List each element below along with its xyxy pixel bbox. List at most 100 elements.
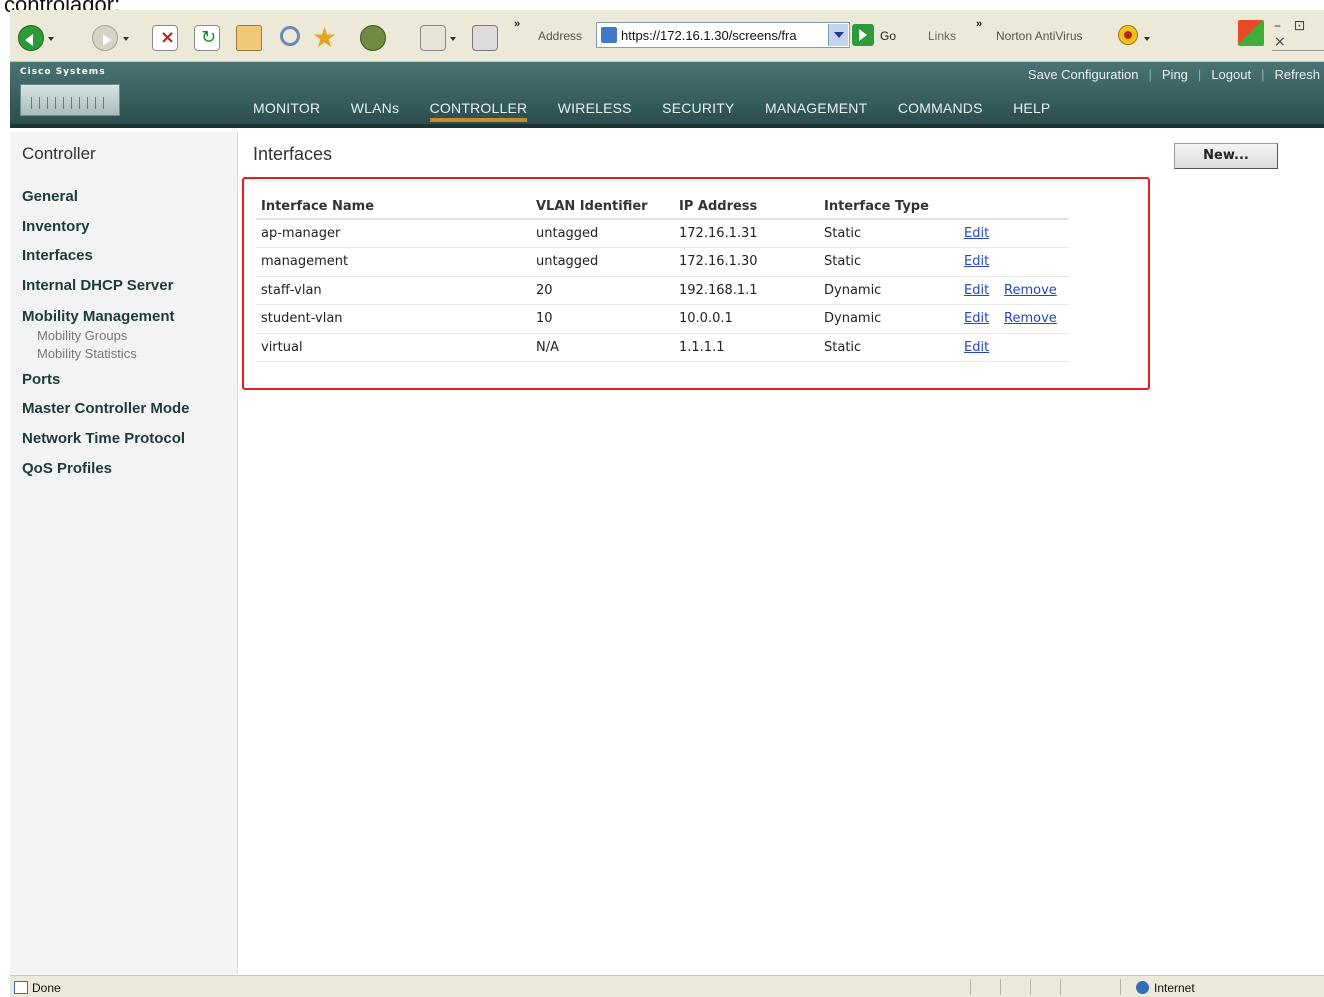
column-header-edit xyxy=(959,194,999,220)
history-icon[interactable] xyxy=(360,25,386,51)
link-separator: | xyxy=(1261,67,1265,82)
status-divider xyxy=(1030,979,1031,995)
sidebar-item-interfaces[interactable]: Interfaces xyxy=(22,247,190,277)
sidebar-item-qos-profiles[interactable]: QoS Profiles xyxy=(22,460,190,490)
edit-link[interactable]: Edit xyxy=(964,226,989,241)
print-icon[interactable] xyxy=(472,25,498,51)
tab-help[interactable]: HELP xyxy=(1013,100,1050,116)
links-label[interactable]: Links xyxy=(928,29,956,43)
sidebar-group-mobility: Mobility Management Mobility Groups Mobi… xyxy=(22,307,190,363)
home-icon[interactable] xyxy=(236,25,262,51)
status-divider xyxy=(970,979,971,995)
edit-link[interactable]: Edit xyxy=(964,311,989,326)
mail-dropdown-icon[interactable] xyxy=(450,37,456,44)
toolbar-divider xyxy=(1272,50,1324,51)
tab-wlans[interactable]: WLANs xyxy=(351,100,399,116)
tab-management[interactable]: MANAGEMENT xyxy=(765,100,867,116)
norton-dropdown-icon[interactable] xyxy=(1144,37,1150,44)
tab-monitor[interactable]: MONITOR xyxy=(253,100,320,116)
tab-wireless[interactable]: WIRELESS xyxy=(558,100,632,116)
sidebar-item-inventory[interactable]: Inventory xyxy=(22,218,190,248)
interface-name-cell: student-vlan xyxy=(256,304,531,334)
logout-link[interactable]: Logout xyxy=(1211,67,1251,82)
brand-name: Cisco Systems xyxy=(20,67,106,77)
sidebar-item-mobility-management[interactable]: Mobility Management xyxy=(22,307,190,327)
interface-type-cell: Static xyxy=(819,333,959,362)
interface-name-cell: management xyxy=(256,247,531,277)
vlan-cell: untagged xyxy=(531,247,674,277)
refresh-link[interactable]: Refresh xyxy=(1274,67,1320,82)
edit-link[interactable]: Edit xyxy=(964,340,989,355)
interface-type-cell: Dynamic xyxy=(819,304,959,334)
sidebar-item-network-time-protocol[interactable]: Network Time Protocol xyxy=(22,430,190,460)
window-buttons[interactable]: – ⊡ × xyxy=(1274,18,1324,50)
app-header: Cisco Systems Save Configuration | Ping | Lo… xyxy=(10,62,1324,128)
back-icon[interactable] xyxy=(18,25,44,51)
back-dropdown-icon[interactable] xyxy=(48,37,54,44)
interface-type-cell: Static xyxy=(819,247,959,277)
search-icon[interactable] xyxy=(280,26,300,46)
tab-security[interactable]: SECURITY xyxy=(662,100,734,116)
top-links: Save Configuration | Ping | Logout | Refresh xyxy=(1028,67,1320,82)
column-header-interface-type: Interface Type xyxy=(819,194,959,220)
page-icon xyxy=(601,27,617,43)
internet-zone-icon xyxy=(1136,981,1149,994)
page-title: Interfaces xyxy=(253,144,333,164)
remove-link[interactable]: Remove xyxy=(1004,283,1057,298)
sidebar-title: Controller xyxy=(22,144,96,163)
browser-toolbar: ★ » Address https://172.16.1.30/screens/… xyxy=(10,10,1324,62)
toolbar-chevron-icon[interactable]: » xyxy=(514,18,520,30)
sidebar-menu: General Inventory Interfaces Internal DH… xyxy=(22,188,190,490)
status-text: Done xyxy=(32,981,61,995)
page-status-icon xyxy=(14,981,28,994)
table-row: student-vlan 10 10.0.0.1 Dynamic Edit Re… xyxy=(256,304,1069,334)
interfaces-table: Interface Name VLAN Identifier IP Addres… xyxy=(256,194,1069,362)
ip-address-cell: 192.168.1.1 xyxy=(674,276,819,305)
vlan-cell: untagged xyxy=(531,219,674,248)
go-icon[interactable] xyxy=(852,24,874,46)
sidebar-item-master-controller-mode[interactable]: Master Controller Mode xyxy=(22,400,190,430)
norton-label: Norton AntiVirus xyxy=(996,29,1083,43)
address-url[interactable]: https://172.16.1.30/screens/fra xyxy=(621,28,821,43)
column-header-ip-address: IP Address xyxy=(674,194,819,220)
refresh-icon[interactable] xyxy=(194,25,220,51)
edit-link[interactable]: Edit xyxy=(964,283,989,298)
vlan-cell: 20 xyxy=(531,276,674,305)
interface-name-cell: staff-vlan xyxy=(256,276,531,305)
stop-icon[interactable] xyxy=(152,25,178,51)
vlan-cell: N/A xyxy=(531,333,674,362)
windows-logo-icon xyxy=(1238,20,1264,46)
interface-type-cell: Static xyxy=(819,219,959,248)
table-row: ap-manager untagged 172.16.1.31 Static E… xyxy=(256,219,1069,248)
interface-name-cell: ap-manager xyxy=(256,219,531,248)
save-configuration-link[interactable]: Save Configuration xyxy=(1028,67,1139,82)
status-bar: Done Internet xyxy=(10,975,1324,997)
edit-link[interactable]: Edit xyxy=(964,254,989,269)
favorites-icon[interactable]: ★ xyxy=(312,24,338,52)
main-nav: MONITOR WLANs CONTROLLER WIRELESS SECURI… xyxy=(253,100,1076,122)
address-dropdown-icon[interactable] xyxy=(828,24,848,46)
address-field[interactable]: https://172.16.1.30/screens/fra xyxy=(596,22,850,48)
mail-icon[interactable] xyxy=(420,25,446,51)
links-chevron-icon[interactable]: » xyxy=(976,18,982,30)
forward-icon[interactable] xyxy=(92,25,118,51)
table-row: virtual N/A 1.1.1.1 Static Edit xyxy=(256,333,1069,362)
norton-icon[interactable] xyxy=(1118,25,1138,45)
tab-commands[interactable]: COMMANDS xyxy=(898,100,983,116)
sidebar-subitem-mobility-groups[interactable]: Mobility Groups xyxy=(22,327,190,345)
vlan-cell: 10 xyxy=(531,304,674,334)
new-button[interactable]: New... xyxy=(1174,143,1278,169)
sidebar-subitem-mobility-statistics[interactable]: Mobility Statistics xyxy=(22,345,190,363)
go-button[interactable]: Go xyxy=(880,29,896,43)
tab-controller[interactable]: CONTROLLER xyxy=(429,100,528,122)
status-divider xyxy=(1120,979,1121,995)
forward-dropdown-icon[interactable] xyxy=(123,37,129,44)
ip-address-cell: 172.16.1.30 xyxy=(674,247,819,277)
ping-link[interactable]: Ping xyxy=(1162,67,1188,82)
ip-address-cell: 10.0.0.1 xyxy=(674,304,819,334)
sidebar-item-ports[interactable]: Ports xyxy=(22,371,190,401)
sidebar: Controller General Inventory Interfaces … xyxy=(10,132,238,974)
sidebar-item-general[interactable]: General xyxy=(22,188,190,218)
sidebar-item-internal-dhcp-server[interactable]: Internal DHCP Server xyxy=(22,277,190,307)
remove-link[interactable]: Remove xyxy=(1004,311,1057,326)
